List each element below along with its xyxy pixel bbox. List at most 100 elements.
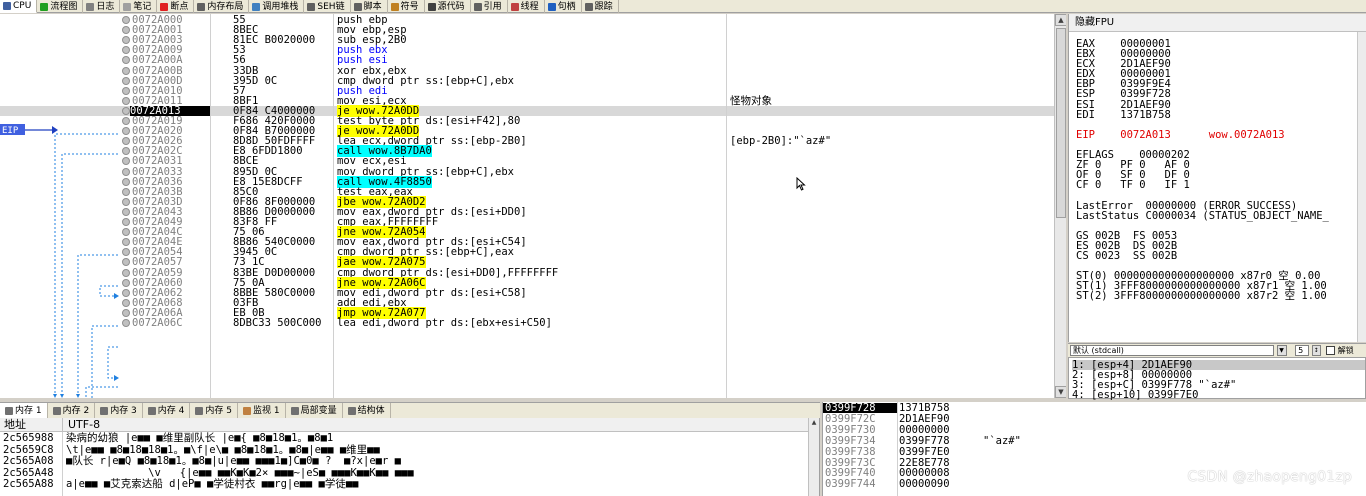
tab-3[interactable]: 日志: [83, 0, 121, 13]
dump-tab-7[interactable]: 局部变量: [286, 403, 343, 419]
breakpoint-dot-icon[interactable]: [122, 207, 130, 216]
disasm-row[interactable]: 0072A00A 56 push esi: [0, 55, 1054, 66]
tab-7[interactable]: 调用堆栈: [249, 0, 305, 13]
tab-2[interactable]: 流程图: [37, 0, 84, 13]
stack-address: 0399F740: [825, 467, 876, 480]
dump-tab-1[interactable]: 内存 1: [0, 403, 48, 419]
call-convention-dropdown-icon[interactable]: ▼: [1276, 345, 1287, 356]
stack-row[interactable]: 0399F728 1371B758: [823, 403, 1366, 413]
tab-9[interactable]: 脚本: [351, 0, 388, 13]
register-line[interactable]: [1076, 190, 1329, 200]
stack-row[interactable]: 0399F72C 2D1AEF90: [823, 414, 1366, 425]
breakpoint-dot-icon[interactable]: [122, 86, 130, 95]
scroll-down-icon[interactable]: ▼: [1055, 386, 1066, 398]
unlock-label: 解锁: [1337, 346, 1354, 355]
tab-6[interactable]: 内存布局: [194, 0, 250, 13]
dump-scrollbar[interactable]: ▲: [808, 418, 819, 496]
breakpoint-dot-icon[interactable]: [122, 66, 130, 75]
breakpoint-dot-icon[interactable]: [122, 96, 130, 105]
breakpoint-dot-icon[interactable]: [122, 127, 130, 136]
tab-5[interactable]: 断点: [157, 0, 195, 13]
stack-row[interactable]: 0399F730 00000000: [823, 423, 1366, 436]
breakpoint-dot-icon[interactable]: [122, 228, 130, 237]
memory-dump-view[interactable]: 地址 UTF-8 2c565988 染病的幼狼 |e■■ ■维里副队长 |e■{ …: [0, 418, 820, 496]
breakpoint-dot-icon[interactable]: [122, 177, 130, 186]
breakpoint-dot-icon[interactable]: [122, 56, 130, 65]
register-line[interactable]: EDI 1371B758: [1076, 109, 1329, 120]
call-convention-select[interactable]: 默认 (stdcall): [1070, 345, 1274, 356]
breakpoint-dot-icon[interactable]: [122, 238, 130, 247]
dump-scroll-up-icon[interactable]: ▲: [809, 418, 819, 428]
source-icon: [427, 2, 436, 11]
breakpoint-dot-icon[interactable]: [122, 26, 130, 35]
unlock-checkbox[interactable]: [1326, 346, 1336, 355]
breakpoint-dot-icon[interactable]: [122, 197, 130, 206]
breakpoint-dot-icon[interactable]: [122, 117, 130, 125]
dump-col-utf8[interactable]: UTF-8: [68, 418, 100, 432]
call-convention-bar: 默认 (stdcall) ▼ 5 ↕ 解锁: [1068, 343, 1366, 357]
registers-scrollbar[interactable]: [1357, 32, 1366, 342]
tab-10[interactable]: 符号: [388, 0, 425, 13]
stack-row[interactable]: 0399F73C 22E8E778: [823, 457, 1366, 468]
tab-11[interactable]: 源代码: [425, 0, 471, 13]
breakpoint-dot-icon[interactable]: [122, 298, 130, 307]
tab-1[interactable]: CPU: [0, 0, 38, 13]
dump-tab-6[interactable]: 监视 1: [238, 403, 286, 419]
disasm-row[interactable]: 0072A031 8BCE mov ecx,esi: [0, 156, 1054, 167]
breakpoint-dot-icon[interactable]: [122, 36, 130, 45]
breakpoint-dot-icon[interactable]: [122, 308, 130, 317]
breakpoint-dot-icon[interactable]: [122, 147, 130, 156]
tab-4[interactable]: 笔记: [120, 0, 158, 13]
tab-13[interactable]: 线程: [508, 0, 545, 13]
register-line[interactable]: EIP 0072A013 wow.0072A013: [1076, 130, 1329, 141]
breakpoint-dot-icon[interactable]: [122, 167, 130, 176]
breakpoint-dot-icon[interactable]: [122, 16, 130, 24]
scrollbar-thumb[interactable]: [1056, 28, 1066, 218]
hide-fpu-toggle[interactable]: 隐藏FPU: [1069, 14, 1366, 32]
graph-icon: [40, 2, 49, 11]
breakpoint-dot-icon[interactable]: [122, 319, 130, 327]
stack-arg-line[interactable]: 4: [esp+10] 0399F7E0: [1072, 390, 1365, 401]
register-list[interactable]: EAX 00000001 EBX 00000000 ECX 2D1AEF90 EDX …: [1076, 39, 1329, 302]
dump-tab-2[interactable]: 内存 2: [48, 403, 96, 419]
breakpoint-dot-icon[interactable]: [122, 218, 130, 226]
register-line[interactable]: ST(2) 3FFF8000000000000000 x87r2 空 1.00: [1076, 291, 1329, 302]
register-line[interactable]: LastStatus C0000034 (STATUS_OBJECT_NAME_: [1076, 210, 1329, 221]
breakpoint-dot-icon[interactable]: [122, 46, 130, 55]
breakpoint-dot-icon[interactable]: [122, 258, 130, 267]
breakpoint-dot-icon[interactable]: [122, 76, 130, 85]
tab-8[interactable]: SEH链: [304, 0, 351, 13]
tab-15[interactable]: 跟踪: [582, 0, 619, 13]
stack-args-list[interactable]: 1: [esp+4] 2D1AEF90 2: [esp+8] 00000000 3:…: [1068, 357, 1366, 401]
stack-value: 00000090: [899, 478, 950, 491]
disassembly-view[interactable]: EIP 0072A000 55 push ebp 0072A001 8BEC mov eb…: [0, 14, 1066, 398]
breakpoint-dot-icon[interactable]: [122, 278, 130, 287]
arg-count-input[interactable]: 5: [1295, 345, 1310, 356]
dump-tab-5[interactable]: 内存 5: [190, 403, 238, 419]
dump-tab-3[interactable]: 内存 3: [95, 403, 143, 419]
stack-row[interactable]: 0399F734 0399F778 "`az#": [823, 435, 1366, 446]
tab-12[interactable]: 引用: [471, 0, 508, 13]
callstack-icon: [252, 2, 261, 11]
tab-14[interactable]: 句柄: [545, 0, 582, 13]
disassembly-scrollbar[interactable]: ▲ ▼: [1054, 14, 1066, 398]
dump-tab-8[interactable]: 结构体: [343, 403, 391, 419]
tab-label: 句柄: [557, 1, 576, 12]
breakpoint-icon: [160, 2, 169, 11]
breakpoint-dot-icon[interactable]: [122, 137, 130, 146]
dump-tab-4[interactable]: 内存 4: [143, 403, 191, 419]
register-line[interactable]: CF 0 TF 0 IF 1: [1076, 180, 1329, 191]
disasm-row[interactable]: 0072A06C 8DBC33 500C000 lea edi,dword ptr …: [0, 318, 1054, 328]
breakpoint-dot-icon[interactable]: [122, 187, 130, 196]
breakpoint-dot-icon[interactable]: [122, 268, 130, 277]
stack-value: 00000000: [899, 423, 950, 436]
scroll-up-icon[interactable]: ▲: [1055, 14, 1066, 26]
stack-row[interactable]: 0399F738 0399F7E0: [823, 446, 1366, 457]
breakpoint-dot-icon[interactable]: [122, 106, 130, 115]
arg-count-stepper-icon[interactable]: ↕: [1311, 345, 1321, 356]
register-line[interactable]: CS 0023 SS 002B: [1076, 251, 1329, 262]
dump-col-address[interactable]: 地址: [4, 418, 26, 432]
breakpoint-dot-icon[interactable]: [122, 157, 130, 166]
breakpoint-dot-icon[interactable]: [122, 288, 130, 297]
breakpoint-dot-icon[interactable]: [122, 248, 130, 257]
